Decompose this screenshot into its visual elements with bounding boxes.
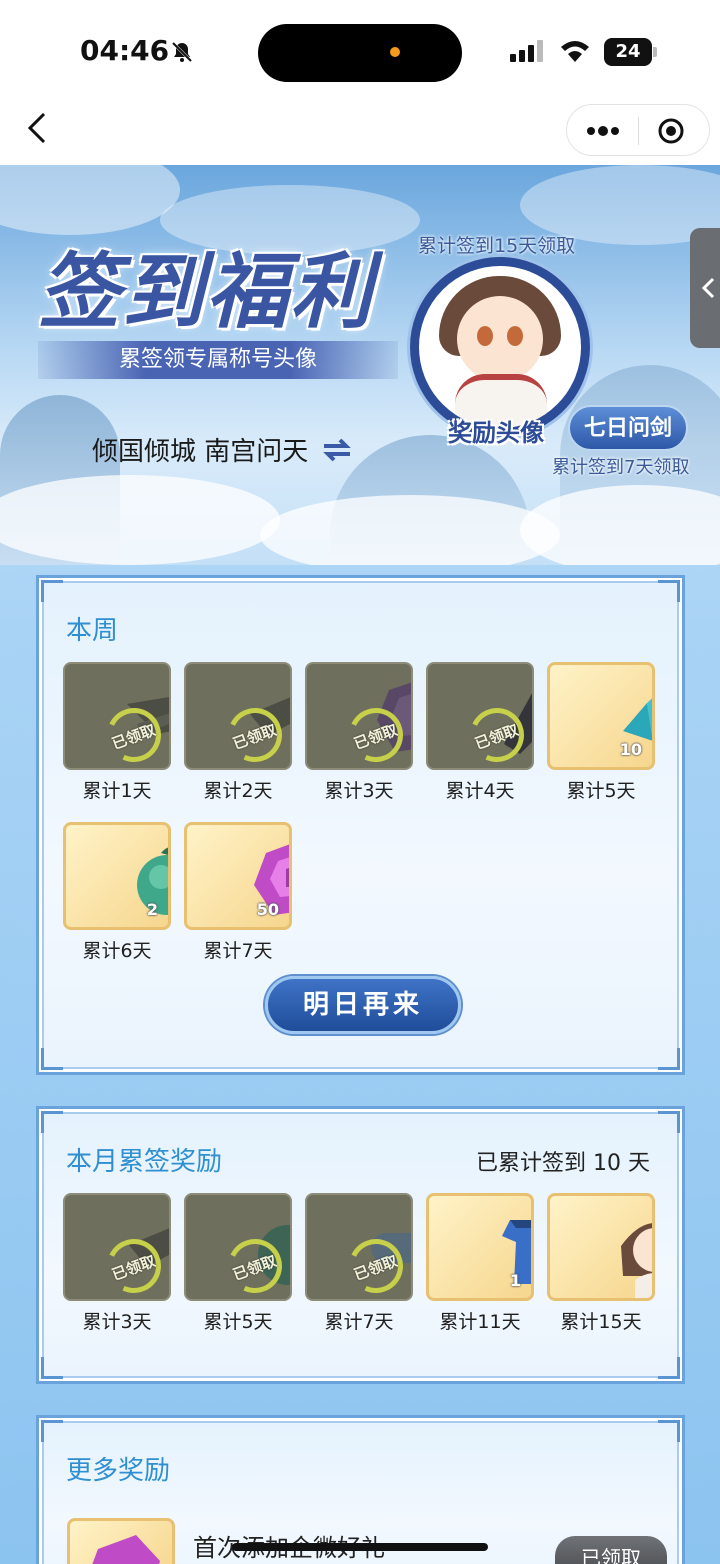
cloud-decoration: [260, 495, 560, 565]
item-label: 累计7天: [203, 940, 273, 962]
item-label: 累计3天: [324, 780, 394, 802]
weekly-reward-item[interactable]: 已领取 累计3天: [305, 662, 413, 803]
title-condition-label: 累计签到7天领取: [552, 457, 690, 478]
item-quantity: 10: [619, 740, 642, 759]
monthly-checkin-count: 已累计签到 10 天: [476, 1151, 650, 1176]
status-bar: 04:46 24: [0, 0, 720, 100]
item-quantity: 1: [509, 1271, 521, 1290]
signal-icon: [510, 40, 543, 62]
purple-token-icon: [92, 1535, 160, 1564]
chevron-left-icon: [701, 277, 715, 299]
item-label: 累计1天: [82, 780, 152, 802]
come-back-tomorrow-button[interactable]: 明日再来: [265, 976, 461, 1034]
current-title-name[interactable]: 倾国倾城 南宫问天: [92, 431, 308, 468]
back-icon[interactable]: [26, 110, 50, 146]
monthly-reward-item[interactable]: 已领取 累计3天: [63, 1193, 171, 1334]
weekly-reward-item[interactable]: 已领取 累计2天: [184, 662, 292, 803]
weekly-reward-item[interactable]: 已领取 累计1天: [63, 662, 171, 803]
reward-title-badge: 七日问剑: [568, 405, 688, 451]
weekly-reward-item[interactable]: 2 累计6天: [63, 822, 171, 963]
banner-title: 签到福利: [38, 244, 374, 340]
checkin-banner: 签到福利 累签领专属称号头像 倾国倾城 南宫问天 累计签到15天领取 奖励头像 …: [0, 165, 720, 565]
item-label: 累计6天: [82, 940, 152, 962]
cloud-decoration: [520, 485, 720, 565]
swap-icon[interactable]: [322, 437, 352, 463]
wifi-icon: [561, 41, 589, 62]
bell-muted-icon: [171, 41, 193, 63]
monthly-panel: 本月累签奖励 已累计签到 10 天 已领取 累计3天 已领取 累计5天 已领取: [36, 1106, 685, 1384]
monthly-heading: 本月累签奖励: [66, 1147, 223, 1177]
more-rewards-panel: 更多奖励 首次添加企微好礼 已领取: [36, 1415, 685, 1564]
item-label: 累计15天: [560, 1311, 642, 1333]
banner-subtitle: 累签领专属称号头像: [38, 341, 398, 379]
monthly-reward-item[interactable]: 1 累计11天: [426, 1193, 534, 1334]
monthly-reward-item[interactable]: 已领取 累计5天: [184, 1193, 292, 1334]
more-reward-claim-button[interactable]: 已领取: [555, 1536, 667, 1564]
battery-cap: [653, 47, 657, 57]
avatar-condition-label: 累计签到15天领取: [418, 235, 576, 257]
privacy-indicator: [390, 47, 400, 57]
weekly-reward-item[interactable]: 50 累计7天: [184, 822, 292, 963]
dynamic-island: [258, 24, 462, 82]
item-label: 累计5天: [566, 780, 636, 802]
monthly-reward-item[interactable]: 累计15天: [547, 1193, 655, 1334]
reward-avatar-image: [410, 257, 590, 437]
item-quantity: 50: [256, 900, 279, 919]
weekly-reward-item[interactable]: 已领取 累计4天: [426, 662, 534, 803]
status-time: 04:46: [80, 34, 170, 67]
weekly-reward-item[interactable]: 10 累计5天: [547, 662, 655, 803]
weekly-heading: 本周: [66, 616, 119, 646]
item-label: 累计3天: [82, 1311, 152, 1333]
battery-indicator: 24: [604, 38, 652, 66]
more-rewards-heading: 更多奖励: [66, 1456, 171, 1486]
item-label: 累计5天: [203, 1311, 273, 1333]
more-reward-item-image: [67, 1518, 175, 1564]
home-indicator: [232, 1543, 488, 1551]
robe-icon: [502, 1220, 531, 1284]
jade-pouch-icon: [137, 847, 168, 915]
cloud-decoration: [0, 475, 280, 565]
avatar-reward-icon: [621, 1223, 652, 1298]
item-quantity: 2: [146, 900, 158, 919]
side-expand-tab[interactable]: [690, 228, 720, 348]
item-label: 累计4天: [445, 780, 515, 802]
close-miniapp-icon[interactable]: [657, 117, 685, 145]
item-label: 累计2天: [203, 780, 273, 802]
weekly-panel: 本周 已领取 累计1天 已领取 累计2天 已领取 累计3天 已领取 累计4天 1…: [36, 575, 685, 1075]
miniapp-capsule: [566, 104, 710, 156]
nav-bar: [0, 100, 720, 165]
more-dots-icon[interactable]: [585, 121, 621, 141]
item-label: 累计11天: [439, 1311, 521, 1333]
reward-avatar-label: 奖励头像: [448, 419, 544, 447]
capsule-divider: [638, 117, 639, 145]
item-label: 累计7天: [324, 1311, 394, 1333]
monthly-reward-item[interactable]: 已领取 累计7天: [305, 1193, 413, 1334]
